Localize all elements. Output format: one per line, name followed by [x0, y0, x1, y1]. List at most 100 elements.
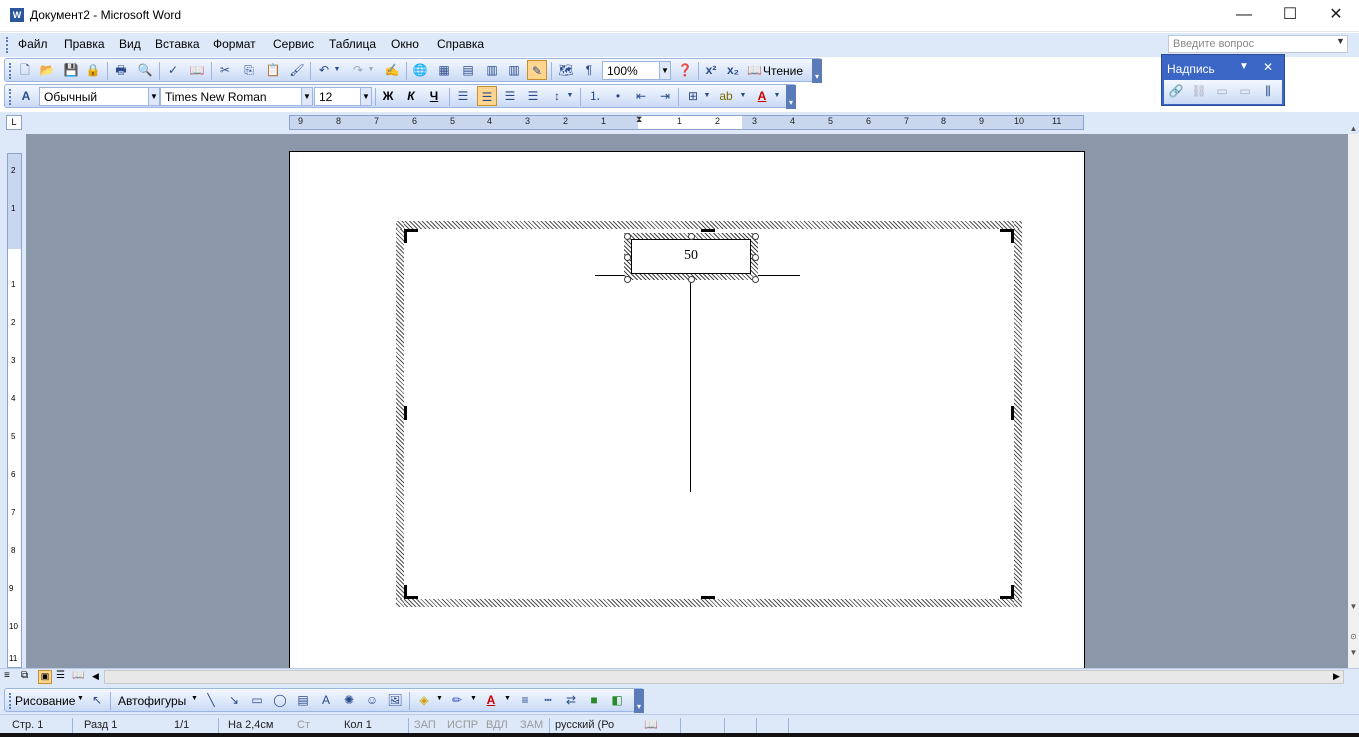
reading-view-icon[interactable]: 📖 [72, 670, 84, 681]
spelling-icon[interactable]: ✓ [163, 60, 183, 80]
underline-button[interactable]: Ч [424, 86, 444, 106]
3d-style-icon[interactable]: ◧ [607, 690, 627, 710]
help-icon[interactable]: ❓ [675, 60, 695, 80]
font-color-dropdown-icon[interactable]: ▼ [772, 86, 782, 106]
line-color-icon[interactable]: ✏ [447, 690, 467, 710]
print-layout-view-icon[interactable]: ▣ [38, 670, 52, 684]
zoom-dropdown-icon[interactable]: ▼ [659, 61, 671, 80]
text-direction-icon[interactable]: ⫼ [1258, 81, 1278, 101]
horizontal-ruler[interactable]: 9 8 7 6 5 4 3 2 1 ⧗ 1 2 3 4 5 6 7 8 9 10… [289, 114, 1084, 130]
toolbar-grip[interactable] [9, 63, 12, 79]
arrow-style-icon[interactable]: ⇄ [561, 690, 581, 710]
toolbar-options-icon[interactable]: ▾ [634, 689, 644, 713]
close-icon[interactable]: ✕ [1263, 60, 1273, 74]
numbering-icon[interactable]: ⒈ [585, 86, 605, 106]
textbox[interactable]: 50 [631, 239, 751, 274]
menu-grip[interactable] [6, 37, 9, 53]
menu-edit[interactable]: Правка [64, 37, 105, 51]
align-right-icon[interactable]: ☰ [500, 86, 520, 106]
arrow-tool-icon[interactable]: ↘ [224, 690, 244, 710]
highlight-icon[interactable]: ab [716, 86, 736, 106]
undo-dropdown-icon[interactable]: ▼ [332, 60, 342, 80]
diagram-icon[interactable]: ✺ [339, 690, 359, 710]
vertical-scrollbar[interactable]: ▲ ▼ ⊙ ▼ [1348, 124, 1359, 668]
canvas-corner-handle[interactable] [1000, 585, 1014, 599]
resize-handle[interactable] [688, 233, 695, 240]
close-button[interactable]: ✕ [1313, 0, 1359, 32]
ink-annotations-icon[interactable]: ✍ [382, 60, 402, 80]
autoshapes-button[interactable]: Автофигуры [118, 694, 186, 708]
tab-selector[interactable]: L [6, 115, 22, 130]
draw-menu-dropdown-icon[interactable]: ▼ [77, 695, 84, 702]
next-page-icon[interactable]: ▼ [1348, 648, 1359, 657]
minimize-button[interactable]: — [1221, 0, 1267, 32]
textbox-tool-icon[interactable]: ▤ [293, 690, 313, 710]
toolbar-options-icon[interactable]: ▾ [786, 85, 796, 109]
line-tool-icon[interactable]: ╲ [201, 690, 221, 710]
menu-file[interactable]: Файл [18, 37, 48, 51]
vertical-ruler[interactable]: 2 1 1 2 3 4 5 6 7 8 9 10 11 [7, 153, 22, 668]
scroll-up-icon[interactable]: ▲ [1348, 124, 1359, 133]
clipart-icon[interactable]: ☺ [362, 690, 382, 710]
maximize-button[interactable]: ☐ [1267, 0, 1313, 32]
canvas-corner-handle[interactable] [1000, 229, 1014, 243]
align-center-icon[interactable]: ☰ [477, 86, 497, 106]
bold-button[interactable]: Ж [378, 86, 398, 106]
line-spacing-dropdown-icon[interactable]: ▼ [565, 86, 575, 106]
canvas-edge-handle[interactable] [1011, 406, 1014, 420]
picture-icon[interactable]: 🖼 [385, 690, 405, 710]
resize-handle[interactable] [624, 254, 631, 261]
read-mode-button[interactable]: Чтение [763, 64, 803, 78]
line-color-dropdown-icon[interactable]: ▼ [470, 695, 477, 702]
format-painter-icon[interactable]: 🖌 [287, 60, 307, 80]
hyperlink-icon[interactable]: 🌐 [410, 60, 430, 80]
size-dropdown-icon[interactable]: ▼ [360, 87, 372, 106]
toolbar-options-icon[interactable]: ▾ [812, 59, 822, 83]
status-ovr[interactable]: ЗАМ [520, 719, 543, 731]
status-rec[interactable]: ЗАП [414, 719, 436, 731]
status-ext[interactable]: ВДЛ [486, 719, 508, 731]
scroll-right-icon[interactable]: ▶ [1333, 671, 1340, 682]
font-color-icon[interactable]: A [481, 690, 501, 710]
insert-table-icon[interactable]: ▤ [458, 60, 478, 80]
drawing-toggle-icon[interactable]: ✎ [527, 60, 547, 80]
canvas-edge-handle[interactable] [701, 229, 715, 232]
line-style-icon[interactable]: ≡ [515, 690, 535, 710]
link-icon[interactable]: 🔗 [1166, 81, 1186, 101]
print-preview-icon[interactable]: 🔍 [135, 60, 155, 80]
style-combo[interactable]: Обычный [39, 87, 149, 106]
resize-handle[interactable] [624, 276, 631, 283]
shadow-style-icon[interactable]: ■ [584, 690, 604, 710]
save-icon[interactable]: 💾 [61, 60, 81, 80]
status-trk[interactable]: ИСПР [447, 719, 478, 731]
italic-button[interactable]: К [401, 86, 421, 106]
redo-icon[interactable]: ↷ [348, 60, 368, 80]
next-textbox-icon[interactable]: ▭ [1235, 81, 1255, 101]
fill-color-dropdown-icon[interactable]: ▼ [436, 695, 443, 702]
open-icon[interactable]: 📂 [37, 60, 57, 80]
print-icon[interactable]: 🖶 [111, 60, 131, 80]
font-dropdown-icon[interactable]: ▼ [301, 87, 313, 106]
undo-icon[interactable]: ↶ [314, 60, 334, 80]
select-objects-icon[interactable]: ↖ [87, 690, 107, 710]
web-view-icon[interactable]: ⧉ [21, 670, 28, 681]
copy-icon[interactable]: ⎘ [239, 60, 259, 80]
superscript-button[interactable]: x² [701, 60, 721, 80]
toolbar-grip[interactable] [9, 693, 12, 709]
highlight-dropdown-icon[interactable]: ▼ [738, 86, 748, 106]
styles-pane-icon[interactable]: A [16, 86, 36, 106]
indent-marker-icon[interactable]: ⧗ [636, 114, 642, 125]
toolbar-options-icon[interactable]: ▼ [1239, 61, 1249, 72]
font-color-icon[interactable]: A [752, 86, 772, 106]
menu-format[interactable]: Формат [213, 37, 256, 51]
font-color-dropdown-icon[interactable]: ▼ [504, 695, 511, 702]
draw-menu-button[interactable]: Рисование [15, 694, 75, 708]
resize-handle[interactable] [752, 233, 759, 240]
canvas-corner-handle[interactable] [404, 585, 418, 599]
zoom-combo[interactable]: 100% [602, 61, 660, 80]
canvas-edge-handle[interactable] [404, 406, 407, 420]
rectangle-tool-icon[interactable]: ▭ [247, 690, 267, 710]
new-document-icon[interactable]: 🗋 [15, 60, 35, 80]
resize-handle[interactable] [752, 276, 759, 283]
line-spacing-icon[interactable]: ↕ [547, 86, 567, 106]
